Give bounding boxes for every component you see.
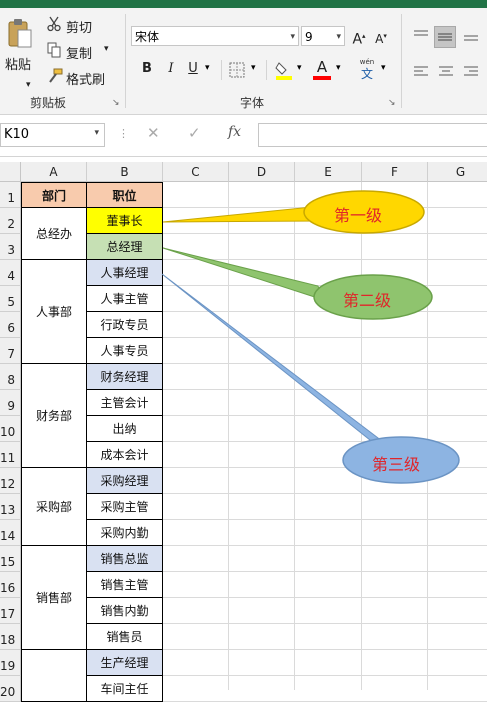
callouts-layer (161, 190, 460, 484)
callout-level-1-label: 第一级 (334, 206, 383, 225)
callout-level-3-label: 第三级 (372, 455, 421, 474)
callout-pointer (162, 206, 321, 223)
callout-pointer (162, 247, 325, 301)
callout-level-2-label: 第二级 (343, 291, 392, 310)
